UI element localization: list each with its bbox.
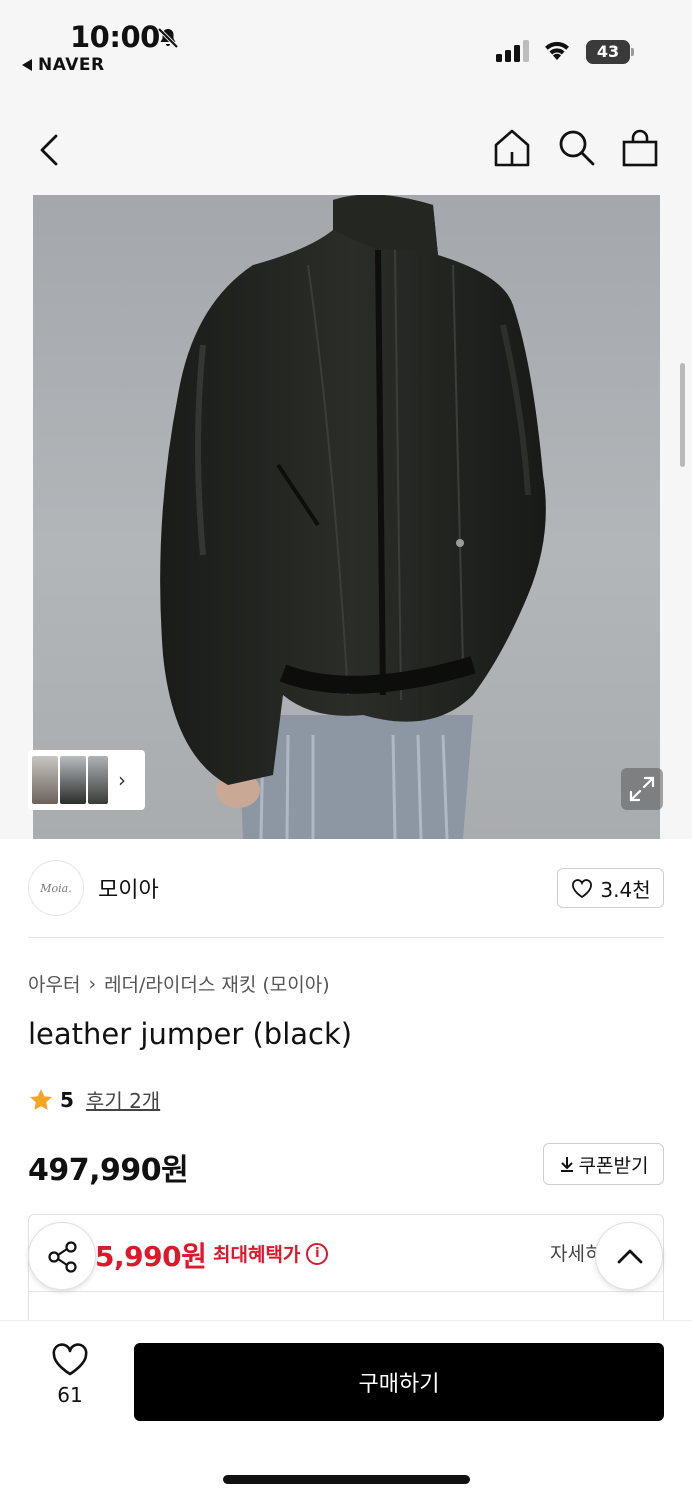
status-bar: 10:00 NAVER 43 [0,0,692,90]
back-app-label: NAVER [38,55,105,75]
review-link[interactable]: 후기 2개 [86,1085,160,1114]
battery-indicator: 43 [586,40,634,64]
star-icon [30,1088,52,1110]
product-main-image[interactable] [33,195,660,839]
image-thumbnail-strip[interactable]: › [28,750,145,810]
wifi-icon [545,41,569,60]
coupon-button[interactable]: 쿠폰받기 [543,1143,664,1185]
seller-like-count: 3.4천 [600,877,651,902]
search-icon[interactable] [556,128,596,168]
product-rating: 5 후기 2개 [28,1085,160,1114]
back-to-app-link[interactable]: NAVER [22,55,105,75]
seller-row: Moia. 모이아 3.4천 [28,858,664,938]
signal-icon [496,40,529,62]
breadcrumb-category[interactable]: 아우터 [28,970,80,997]
product-title: leather jumper (black) [28,1017,353,1051]
wishlist-button[interactable]: 61 [44,1343,96,1413]
bag-icon[interactable] [620,128,660,168]
battery-nub [631,48,634,56]
seller-logo[interactable]: Moia. [28,860,84,916]
thumbnail-image[interactable] [60,756,86,804]
wishlist-count: 61 [57,1383,83,1407]
back-icon[interactable] [34,130,64,170]
chevron-right-icon: › [88,972,97,995]
product-image-area [0,195,692,839]
page-scrollbar[interactable] [680,363,685,467]
share-button[interactable] [28,1222,96,1290]
thumbnail-image[interactable] [32,756,58,804]
expand-icon[interactable] [621,768,663,810]
scroll-top-button[interactable] [595,1222,663,1290]
bottom-action-bar: 61 구매하기 [0,1320,692,1500]
bell-off-icon [157,27,179,49]
top-nav [0,90,692,195]
thumbnail-image[interactable] [88,756,108,804]
breadcrumb-subcategory[interactable]: 레더/라이더스 재킷 (모이아) [104,970,330,997]
chevron-right-icon[interactable]: › [118,768,126,792]
product-price: 497,990원 [28,1153,189,1188]
share-icon [48,1241,77,1273]
battery-level: 43 [586,40,630,64]
benefit-label: 최대혜택가 i [213,1240,329,1267]
status-time: 10:00 [70,20,160,54]
benefit-price: 5,990원 [95,1240,207,1273]
divider [29,1291,663,1292]
download-icon [560,1157,573,1172]
jacket-photo [160,195,546,839]
seller-name[interactable]: 모이아 [98,872,159,904]
coupon-label: 쿠폰받기 [578,1154,649,1177]
rating-score: 5 [60,1087,74,1112]
breadcrumb: 아우터 › 레더/라이더스 재킷 (모이아) [28,970,330,997]
home-indicator[interactable] [223,1475,470,1484]
back-triangle-icon [22,59,32,71]
home-icon[interactable] [492,128,532,168]
heart-icon [572,879,593,899]
seller-like-button[interactable]: 3.4천 [557,868,664,908]
benefit-label-text: 최대혜택가 [213,1244,301,1266]
info-icon[interactable]: i [306,1242,329,1265]
heart-icon [52,1343,88,1376]
chevron-up-icon [617,1249,643,1264]
buy-button[interactable]: 구매하기 [134,1343,664,1421]
